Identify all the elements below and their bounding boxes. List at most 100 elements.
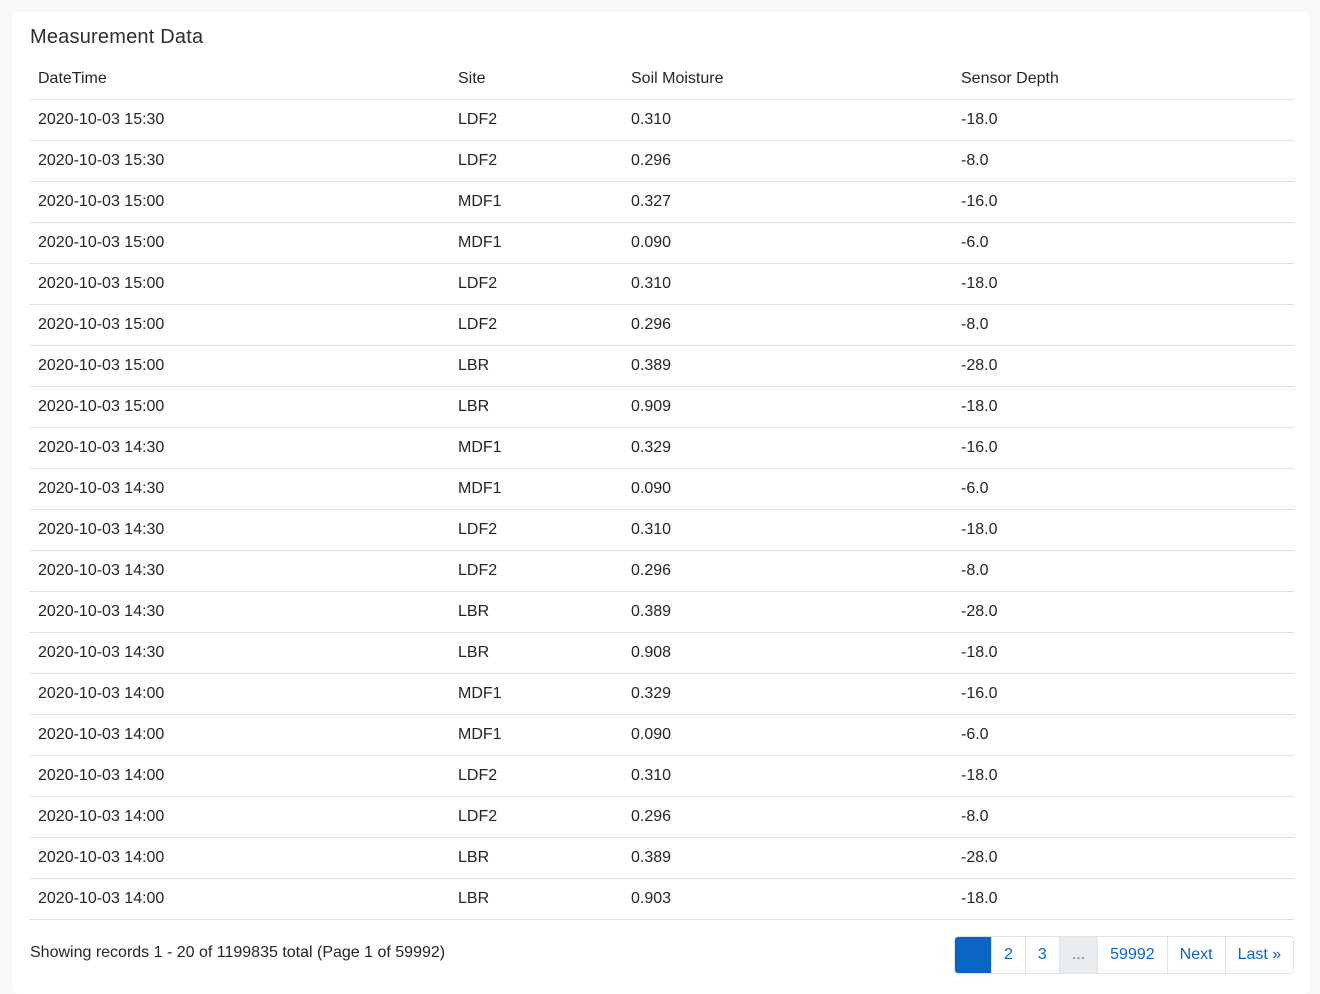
- cell-site: LDF2: [450, 140, 623, 182]
- cell-sensor-depth: -18.0: [953, 99, 1294, 141]
- table-row: 2020-10-03 15:00 LDF2 0.310 -18.0: [30, 263, 1294, 305]
- cell-soil-moisture: 0.909: [623, 386, 953, 428]
- cell-sensor-depth: -28.0: [953, 591, 1294, 633]
- cell-soil-moisture: 0.903: [623, 878, 953, 920]
- header-row: DateTime Site Soil Moisture Sensor Depth: [30, 58, 1294, 100]
- table-row: 2020-10-03 15:00 MDF1 0.090 -6.0: [30, 222, 1294, 264]
- cell-sensor-depth: -6.0: [953, 222, 1294, 264]
- last-page-button[interactable]: Last »: [1224, 937, 1294, 973]
- cell-sensor-depth: -28.0: [953, 345, 1294, 387]
- cell-datetime: 2020-10-03 15:00: [30, 263, 450, 305]
- card-title: Measurement Data: [30, 26, 204, 48]
- cell-sensor-depth: -18.0: [953, 878, 1294, 920]
- cell-sensor-depth: -28.0: [953, 837, 1294, 879]
- cell-sensor-depth: -18.0: [953, 263, 1294, 305]
- cell-site: MDF1: [450, 468, 623, 510]
- table-header: DateTime Site Soil Moisture Sensor Depth: [30, 58, 1294, 100]
- cell-soil-moisture: 0.329: [623, 673, 953, 715]
- cell-site: MDF1: [450, 673, 623, 715]
- cell-soil-moisture: 0.908: [623, 632, 953, 674]
- cell-site: MDF1: [450, 222, 623, 264]
- cell-soil-moisture: 0.389: [623, 345, 953, 387]
- table-row: 2020-10-03 14:00 LBR 0.903 -18.0: [30, 878, 1294, 920]
- cell-datetime: 2020-10-03 15:00: [30, 345, 450, 387]
- cell-datetime: 2020-10-03 14:30: [30, 632, 450, 674]
- table-row: 2020-10-03 14:30 MDF1 0.090 -6.0: [30, 468, 1294, 510]
- next-page-button[interactable]: Next: [1166, 937, 1225, 973]
- cell-sensor-depth: -16.0: [953, 673, 1294, 715]
- cell-datetime: 2020-10-03 15:30: [30, 99, 450, 141]
- cell-datetime: 2020-10-03 14:00: [30, 755, 450, 797]
- cell-datetime: 2020-10-03 14:00: [30, 878, 450, 920]
- table-row: 2020-10-03 15:00 LDF2 0.296 -8.0: [30, 304, 1294, 346]
- cell-datetime: 2020-10-03 14:30: [30, 591, 450, 633]
- cell-site: LDF2: [450, 550, 623, 592]
- cell-site: MDF1: [450, 427, 623, 469]
- column-header-datetime[interactable]: DateTime: [30, 58, 450, 100]
- cell-site: LBR: [450, 345, 623, 387]
- measurement-table: DateTime Site Soil Moisture Sensor Depth…: [30, 58, 1294, 920]
- cell-site: MDF1: [450, 181, 623, 223]
- cell-site: LBR: [450, 837, 623, 879]
- cell-sensor-depth: -8.0: [953, 140, 1294, 182]
- table-row: 2020-10-03 14:30 LDF2 0.296 -8.0: [30, 550, 1294, 592]
- cell-sensor-depth: -16.0: [953, 181, 1294, 223]
- page-button-2[interactable]: 2: [991, 937, 1025, 973]
- records-summary: Showing records 1 - 20 of 1199835 total …: [30, 944, 446, 961]
- cell-soil-moisture: 0.296: [623, 550, 953, 592]
- column-header-sensor-depth[interactable]: Sensor Depth: [953, 58, 1294, 100]
- table-row: 2020-10-03 14:30 LBR 0.908 -18.0: [30, 632, 1294, 674]
- column-header-soil-moisture[interactable]: Soil Moisture: [623, 58, 953, 100]
- page-ellipsis: ...: [1058, 937, 1098, 973]
- table-row: 2020-10-03 15:00 MDF1 0.327 -16.0: [30, 181, 1294, 223]
- page-button-last-number[interactable]: 59992: [1097, 937, 1167, 973]
- cell-sensor-depth: -18.0: [953, 632, 1294, 674]
- table-row: 2020-10-03 14:00 LDF2 0.296 -8.0: [30, 796, 1294, 838]
- cell-soil-moisture: 0.090: [623, 468, 953, 510]
- cell-sensor-depth: -8.0: [953, 796, 1294, 838]
- table-row: 2020-10-03 14:30 MDF1 0.329 -16.0: [30, 427, 1294, 469]
- measurement-data-card: Measurement Data DateTime Site Soil Mois…: [12, 12, 1310, 994]
- table-row: 2020-10-03 15:30 LDF2 0.310 -18.0: [30, 99, 1294, 141]
- cell-soil-moisture: 0.090: [623, 714, 953, 756]
- cell-site: LBR: [450, 386, 623, 428]
- cell-soil-moisture: 0.310: [623, 755, 953, 797]
- cell-sensor-depth: -18.0: [953, 386, 1294, 428]
- cell-datetime: 2020-10-03 14:00: [30, 714, 450, 756]
- cell-soil-moisture: 0.389: [623, 837, 953, 879]
- cell-sensor-depth: -8.0: [953, 550, 1294, 592]
- table-row: 2020-10-03 14:00 LBR 0.389 -28.0: [30, 837, 1294, 879]
- page-button-current[interactable]: [955, 937, 991, 973]
- cell-datetime: 2020-10-03 14:00: [30, 673, 450, 715]
- cell-sensor-depth: -18.0: [953, 755, 1294, 797]
- page-button-3[interactable]: 3: [1024, 937, 1059, 973]
- table-row: 2020-10-03 14:00 LDF2 0.310 -18.0: [30, 755, 1294, 797]
- cell-soil-moisture: 0.296: [623, 796, 953, 838]
- cell-datetime: 2020-10-03 14:30: [30, 550, 450, 592]
- cell-site: LDF2: [450, 755, 623, 797]
- cell-sensor-depth: -16.0: [953, 427, 1294, 469]
- cell-soil-moisture: 0.296: [623, 140, 953, 182]
- table-row: 2020-10-03 14:00 MDF1 0.329 -16.0: [30, 673, 1294, 715]
- cell-sensor-depth: -6.0: [953, 468, 1294, 510]
- cell-soil-moisture: 0.090: [623, 222, 953, 264]
- table-row: 2020-10-03 15:00 LBR 0.909 -18.0: [30, 386, 1294, 428]
- table-body: 2020-10-03 15:30 LDF2 0.310 -18.0 2020-10-03…: [30, 99, 1294, 920]
- cell-site: LBR: [450, 632, 623, 674]
- cell-soil-moisture: 0.310: [623, 99, 953, 141]
- cell-site: LDF2: [450, 796, 623, 838]
- cell-datetime: 2020-10-03 14:00: [30, 837, 450, 879]
- cell-datetime: 2020-10-03 14:30: [30, 509, 450, 551]
- column-header-site[interactable]: Site: [450, 58, 623, 100]
- cell-soil-moisture: 0.327: [623, 181, 953, 223]
- cell-sensor-depth: -18.0: [953, 509, 1294, 551]
- cell-sensor-depth: -8.0: [953, 304, 1294, 346]
- cell-soil-moisture: 0.310: [623, 509, 953, 551]
- cell-site: LBR: [450, 591, 623, 633]
- table-row: 2020-10-03 14:30 LDF2 0.310 -18.0: [30, 509, 1294, 551]
- cell-datetime: 2020-10-03 15:30: [30, 140, 450, 182]
- cell-site: MDF1: [450, 714, 623, 756]
- cell-datetime: 2020-10-03 14:30: [30, 427, 450, 469]
- cell-datetime: 2020-10-03 15:00: [30, 222, 450, 264]
- pagination: 2 3 ... 59992 Next Last »: [954, 936, 1295, 974]
